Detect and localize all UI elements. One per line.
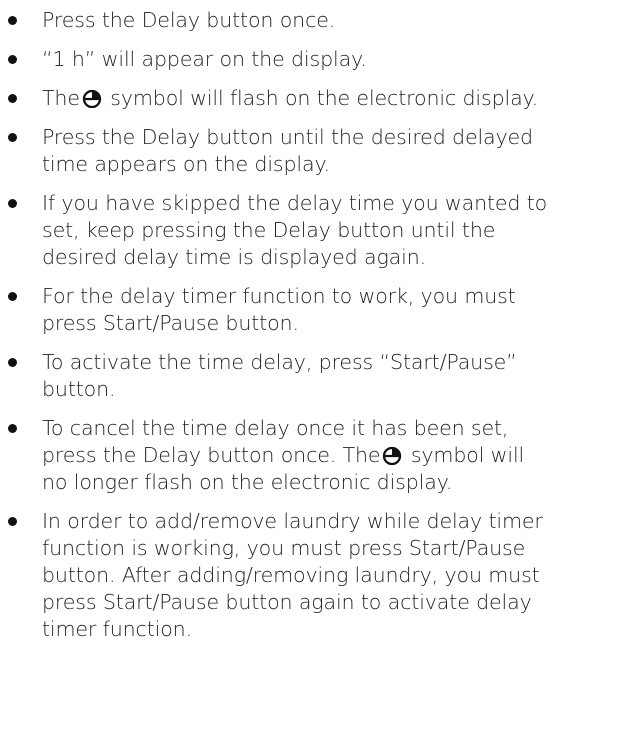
delay-timer-icon (383, 446, 402, 465)
instruction-text: no longer flash on the electronic displa… (42, 470, 453, 494)
instruction-text: press Start/Pause button again to activa… (42, 590, 532, 614)
instruction-text: set, keep pressing the Delay button unti… (42, 218, 496, 242)
delay-timer-icon (82, 89, 102, 108)
bullet-icon (8, 133, 17, 142)
instruction-item-6: For the delay timer function to work, yo… (0, 283, 619, 337)
bullet-icon (8, 358, 17, 367)
bullet-icon (8, 16, 17, 25)
instruction-item-8: To cancel the time delay once it has bee… (0, 415, 619, 496)
instruction-text: In order to add/remove laundry while del… (42, 509, 543, 533)
bullet-icon (8, 292, 17, 301)
instruction-text: If you have skipped the delay time you w… (42, 191, 548, 215)
instruction-text-after-icon: symbol will flash on the electronic disp… (103, 86, 539, 110)
instruction-text: “1 h” will appear on the display. (42, 47, 367, 71)
instruction-item-2: “1 h” will appear on the display. (0, 46, 619, 73)
instruction-text: To activate the time delay, press “Start… (42, 350, 517, 374)
instruction-text-after-icon: symbol will (404, 443, 525, 467)
instruction-item-1: Press the Delay button once. (0, 7, 619, 34)
bullet-icon (8, 424, 17, 433)
instruction-item-7: To activate the time delay, press “Start… (0, 349, 619, 403)
instruction-text: button. After adding/removing laundry, y… (42, 563, 540, 587)
instruction-text: timer function. (42, 617, 192, 641)
instruction-text: press Start/Pause button. (42, 311, 299, 335)
instruction-text-before-icon: press the Delay button once. The (42, 443, 381, 467)
instruction-text: Press the Delay button once. (42, 8, 336, 32)
instruction-text: press the Delay button once. The symbol … (42, 442, 617, 469)
bullet-icon (8, 199, 17, 208)
instruction-item-3: The symbol will flash on the electronic … (0, 85, 619, 112)
instruction-list: Press the Delay button once. “1 h” will … (0, 0, 619, 643)
instruction-text: button. (42, 377, 116, 401)
instruction-text: time appears on the display. (42, 152, 330, 176)
instruction-item-9: In order to add/remove laundry while del… (0, 508, 619, 643)
instruction-item-5: If you have skipped the delay time you w… (0, 190, 619, 271)
instruction-text: For the delay timer function to work, yo… (42, 284, 516, 308)
bullet-icon (8, 94, 17, 103)
instruction-text: Press the Delay button until the desired… (42, 125, 533, 149)
instruction-text: The symbol will flash on the electronic … (42, 85, 617, 112)
bullet-icon (8, 55, 17, 64)
instruction-item-4: Press the Delay button until the desired… (0, 124, 619, 178)
instruction-text: function is working, you must press Star… (42, 536, 526, 560)
instruction-text-before-icon: The (42, 86, 80, 110)
bullet-icon (8, 517, 17, 526)
instruction-text: To cancel the time delay once it has bee… (42, 416, 509, 440)
instruction-text: desired delay time is displayed again. (42, 245, 427, 269)
